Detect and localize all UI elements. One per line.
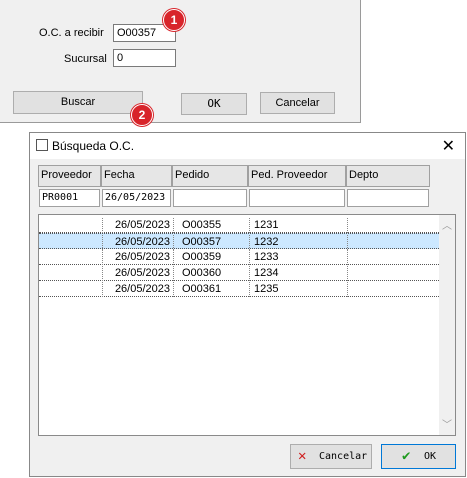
cell-pedido: O00360 bbox=[173, 266, 249, 281]
cell-ped-proveedor: 1234 bbox=[249, 266, 347, 281]
dialog-ok-label: OK bbox=[424, 451, 437, 462]
checkmark-icon: ✔ bbox=[402, 448, 411, 464]
scroll-down-icon[interactable]: ﹀ bbox=[442, 416, 452, 431]
cell-proveedor bbox=[39, 235, 102, 250]
cell-fecha: 26/05/2023 bbox=[102, 250, 173, 265]
cell-ped-proveedor: 1231 bbox=[249, 218, 347, 233]
cell-depto bbox=[347, 218, 431, 233]
sucursal-input[interactable]: 0 bbox=[113, 49, 176, 67]
vertical-scrollbar[interactable]: ︿ ﹀ bbox=[439, 215, 455, 435]
filter-depto[interactable] bbox=[347, 189, 429, 207]
table-row[interactable]: 26/05/2023 O00361 1235 bbox=[39, 281, 439, 297]
filter-proveedor[interactable]: PR0001 bbox=[39, 189, 100, 207]
results-grid[interactable]: 26/05/2023 O00355 1231 26/05/2023 O00357… bbox=[38, 214, 456, 436]
filter-ped-proveedor[interactable] bbox=[249, 189, 345, 207]
cell-pedido: O00357 bbox=[173, 235, 249, 250]
cancelar-button[interactable]: Cancelar bbox=[260, 92, 335, 114]
header-fecha[interactable]: Fecha bbox=[101, 165, 172, 187]
cell-proveedor bbox=[39, 218, 102, 233]
cell-proveedor bbox=[39, 250, 102, 265]
header-depto[interactable]: Depto bbox=[346, 165, 430, 187]
cell-depto bbox=[347, 266, 431, 281]
cell-pedido: O00361 bbox=[173, 282, 249, 297]
filter-fecha[interactable]: 26/05/2023 bbox=[102, 189, 171, 207]
cell-proveedor bbox=[39, 282, 102, 297]
annotation-badge-2: 2 bbox=[131, 104, 153, 126]
sucursal-label: Sucursal bbox=[64, 53, 107, 65]
cell-fecha: 26/05/2023 bbox=[102, 218, 173, 233]
oc-receive-dialog: O.C. a recibir O00357 1 Sucursal 0 Busca… bbox=[0, 0, 361, 126]
dialog-title: Búsqueda O.C. bbox=[52, 139, 135, 153]
oc-label: O.C. a recibir bbox=[39, 27, 104, 39]
table-row-selected[interactable]: 26/05/2023 O00357 1232 bbox=[39, 233, 439, 250]
cell-proveedor bbox=[39, 266, 102, 281]
cancel-x-icon: ✕ bbox=[298, 448, 307, 464]
cell-pedido: O00355 bbox=[173, 218, 249, 233]
scroll-up-icon[interactable]: ︿ bbox=[442, 217, 452, 232]
filter-pedido[interactable] bbox=[173, 189, 247, 207]
dialog-ok-button[interactable]: ✔ OK bbox=[381, 444, 456, 469]
dialog-titlebar: Búsqueda O.C. ✕ bbox=[30, 133, 465, 159]
cell-fecha: 26/05/2023 bbox=[102, 266, 173, 281]
cell-depto bbox=[347, 235, 431, 250]
cell-fecha: 26/05/2023 bbox=[102, 282, 173, 297]
close-icon[interactable]: ✕ bbox=[442, 136, 455, 156]
table-row[interactable]: 26/05/2023 O00359 1233 bbox=[39, 249, 439, 265]
busqueda-oc-dialog: Búsqueda O.C. ✕ Proveedor Fecha Pedido P… bbox=[29, 132, 466, 477]
cell-pedido: O00359 bbox=[173, 250, 249, 265]
window-icon bbox=[36, 139, 48, 151]
cell-ped-proveedor: 1232 bbox=[249, 235, 347, 250]
cell-depto bbox=[347, 282, 431, 297]
cell-ped-proveedor: 1235 bbox=[249, 282, 347, 297]
cell-depto bbox=[347, 250, 431, 265]
table-row[interactable]: 26/05/2023 O00360 1234 bbox=[39, 265, 439, 281]
header-pedido[interactable]: Pedido bbox=[172, 165, 248, 187]
header-ped-proveedor[interactable]: Ped. Proveedor bbox=[248, 165, 346, 187]
annotation-badge-1: 1 bbox=[163, 9, 185, 31]
cell-fecha: 26/05/2023 bbox=[102, 235, 173, 250]
dialog-cancelar-button[interactable]: ✕ Cancelar bbox=[290, 444, 372, 469]
header-proveedor[interactable]: Proveedor bbox=[38, 165, 101, 187]
cell-ped-proveedor: 1233 bbox=[249, 250, 347, 265]
dialog-cancelar-label: Cancelar bbox=[319, 451, 368, 462]
buscar-button[interactable]: Buscar bbox=[13, 91, 143, 114]
table-row[interactable]: 26/05/2023 O00355 1231 bbox=[39, 217, 439, 233]
ok-button[interactable]: OK bbox=[181, 93, 247, 115]
